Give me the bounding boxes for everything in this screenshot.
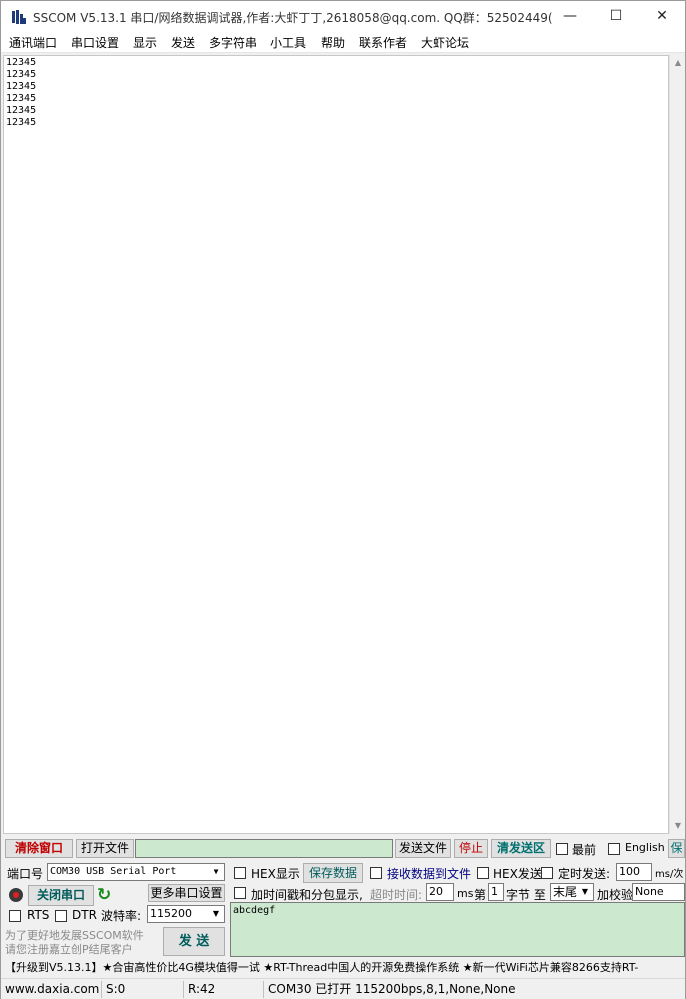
baud-rate-select[interactable]: 115200 ▼ (147, 905, 225, 923)
checksum-select[interactable]: None (632, 883, 685, 901)
recv-to-file-label: 接收数据到文件 (387, 867, 472, 881)
dtr-checkbox[interactable] (55, 910, 67, 922)
menu-tools[interactable]: 小工具 (270, 34, 306, 51)
menu-comm-port[interactable]: 通讯端口 (9, 34, 57, 51)
nth-byte-label: 第 (474, 888, 487, 902)
topmost-checkbox[interactable] (556, 843, 568, 855)
baud-rate-label: 波特率: (101, 909, 142, 923)
baud-rate-value: 115200 (150, 907, 192, 920)
port-status-icon (9, 888, 23, 902)
status-website-link[interactable]: www.daxia.com (1, 981, 102, 998)
save-data-button[interactable]: 保存数据 (303, 863, 363, 883)
chevron-down-icon: ▼ (213, 867, 219, 876)
title-bar[interactable]: SSCOM V5.13.1 串口/网络数据调试器,作者:大虾丁丁,2618058… (1, 1, 685, 32)
close-button[interactable]: ✕ (639, 1, 685, 32)
menu-help[interactable]: 帮助 (321, 34, 345, 51)
timed-send-checkbox[interactable] (541, 867, 553, 879)
hex-send-checkbox[interactable] (477, 867, 489, 879)
clear-window-button[interactable]: 清除窗口 (5, 839, 73, 858)
end-byte-value: 末尾 (553, 885, 578, 899)
timeout-input[interactable]: 20 (426, 883, 454, 901)
send-button[interactable]: 发 送 (163, 927, 225, 956)
port-select[interactable]: COM30 USB Serial Port ▼ (47, 863, 225, 881)
stop-button[interactable]: 停止 (454, 839, 488, 858)
status-bar: www.daxia.com S:0 R:42 COM30 已打开 115200b… (1, 978, 685, 999)
app-logo-icon (12, 10, 26, 24)
status-sent-count: S:0 (102, 981, 184, 998)
port-number-label: 端口号 (7, 867, 44, 881)
save-params-button[interactable]: 保 (668, 839, 685, 858)
menu-display[interactable]: 显示 (133, 34, 157, 51)
port-select-value: COM30 USB Serial Port (50, 866, 177, 877)
receive-line: 12345 (6, 57, 37, 68)
scroll-down-icon[interactable]: ▼ (670, 818, 686, 834)
end-byte-select[interactable]: 末尾 ▼ (550, 883, 594, 901)
recv-to-file-checkbox[interactable] (370, 867, 382, 879)
receive-line: 12345 (6, 105, 37, 116)
receive-text: 12345 12345 12345 12345 12345 12345 (6, 57, 36, 129)
timestamp-label: 加时间戳和分包显示, (251, 888, 363, 902)
menu-bar: 通讯端口 串口设置 显示 发送 多字符串 小工具 帮助 联系作者 大虾论坛 (1, 32, 685, 53)
english-checkbox[interactable] (608, 843, 620, 855)
start-byte-input[interactable]: 1 (488, 883, 504, 901)
register-hint-line2[interactable]: 请您注册嘉立创P结尾客户 (5, 941, 133, 957)
status-received-count: R:42 (184, 981, 264, 998)
file-path-input[interactable] (135, 839, 393, 858)
topmost-label: 最前 (572, 843, 597, 857)
receive-line: 12345 (6, 117, 37, 128)
timed-send-unit: ms/次 (655, 869, 684, 880)
hex-send-label: HEX发送 (493, 867, 542, 881)
receive-area[interactable]: 12345 12345 12345 12345 12345 12345 (3, 55, 669, 834)
rts-checkbox[interactable] (9, 910, 21, 922)
menu-forum[interactable]: 大虾论坛 (421, 34, 469, 51)
window-title: SSCOM V5.13.1 串口/网络数据调试器,作者:大虾丁丁,2618058… (33, 11, 553, 25)
timed-send-interval-input[interactable]: 100 (616, 863, 652, 881)
refresh-icon[interactable]: ↻ (97, 885, 115, 905)
checksum-label: 加校验 (597, 888, 634, 902)
receive-line: 12345 (6, 93, 37, 104)
timed-send-label: 定时发送: (558, 867, 611, 881)
more-port-settings-button[interactable]: 更多串口设置 (148, 884, 225, 902)
close-port-button[interactable]: 关闭串口 (28, 885, 94, 906)
receive-line: 12345 (6, 69, 37, 80)
app-window: SSCOM V5.13.1 串口/网络数据调试器,作者:大虾丁丁,2618058… (0, 0, 686, 999)
timeout-unit: ms (457, 887, 474, 900)
status-port-state: COM30 已打开 115200bps,8,1,None,None (268, 982, 516, 996)
hex-display-checkbox[interactable] (234, 867, 246, 879)
open-file-button[interactable]: 打开文件 (76, 839, 134, 858)
byte-to-label: 字节 至 (506, 888, 546, 902)
rts-label: RTS (27, 908, 50, 922)
chevron-down-icon: ▼ (212, 909, 220, 918)
dtr-label: DTR (72, 908, 97, 922)
menu-serial-settings[interactable]: 串口设置 (71, 34, 119, 51)
promo-ticker[interactable]: 【升级到V5.13.1】★合宙高性价比4G模块值得一试 ★RT-Thread中国… (1, 958, 685, 977)
menu-send[interactable]: 发送 (171, 34, 195, 51)
send-text-area[interactable]: abcdegf (230, 902, 685, 957)
english-label: English (625, 841, 665, 854)
send-file-button[interactable]: 发送文件 (395, 839, 451, 858)
chevron-down-icon: ▼ (581, 887, 589, 896)
receive-line: 12345 (6, 81, 37, 92)
minimize-button[interactable]: — (547, 1, 593, 32)
timestamp-checkbox[interactable] (234, 887, 246, 899)
menu-contact-author[interactable]: 联系作者 (359, 34, 407, 51)
clear-send-button[interactable]: 清发送区 (491, 839, 551, 858)
timeout-label: 超时时间: (370, 888, 423, 902)
maximize-button[interactable]: ☐ (593, 1, 639, 32)
receive-scrollbar[interactable]: ▲ ▼ (669, 55, 685, 834)
scroll-up-icon[interactable]: ▲ (670, 55, 686, 71)
menu-multi-string[interactable]: 多字符串 (209, 34, 257, 51)
send-text: abcdegf (233, 905, 276, 916)
hex-display-label: HEX显示 (251, 867, 300, 881)
